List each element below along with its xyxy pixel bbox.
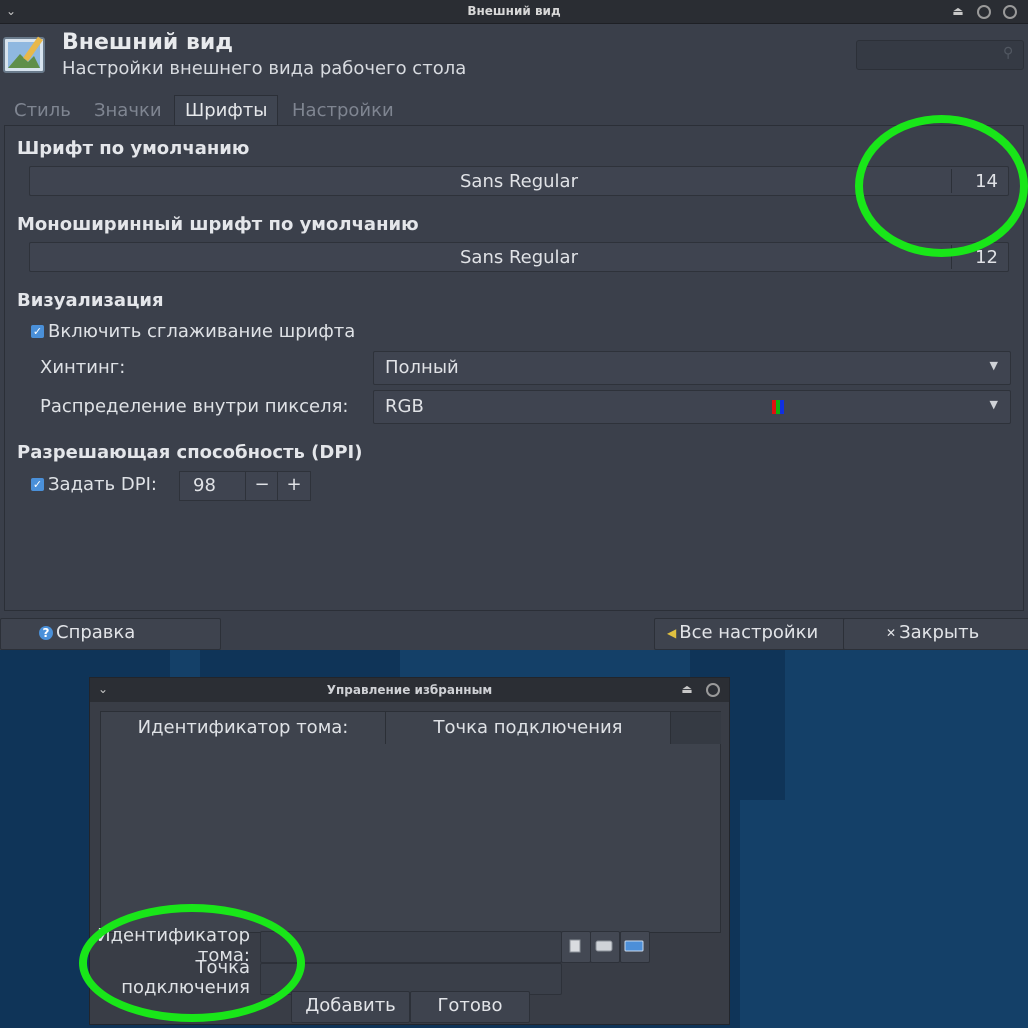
subpixel-select[interactable]: RGB ▼ (373, 390, 1011, 424)
add-button[interactable]: Добавить (291, 991, 410, 1023)
rendering-heading: Визуализация (17, 290, 164, 311)
close-window-icon[interactable] (1003, 5, 1017, 19)
dropdown-arrow-icon: ▼ (989, 398, 998, 411)
appearance-window: ⌄ Внешний вид ⏏ Внешний вид Настройки вн… (0, 0, 1028, 650)
done-button[interactable]: Готово (410, 991, 530, 1023)
search-input[interactable]: ⚲ (856, 40, 1024, 70)
window-titlebar: ⌄ Внешний вид ⏏ (0, 0, 1028, 24)
back-arrow-icon: ◀ (667, 626, 677, 640)
shade-icon[interactable]: ⏏ (951, 4, 965, 18)
dpi-decrease-button[interactable]: − (245, 471, 279, 501)
favorites-list[interactable]: Идентификатор тома: Точка подключения (100, 711, 721, 933)
background-shape (740, 800, 800, 1028)
close-label: Закрыть (899, 622, 980, 643)
custom-dpi-checkbox[interactable]: ✓ (31, 478, 44, 491)
dpi-increase-button[interactable]: + (277, 471, 311, 501)
file-button[interactable] (561, 931, 591, 963)
tab-icons[interactable]: Значки (94, 96, 162, 126)
subpixel-value: RGB (385, 396, 424, 417)
header-subtitle: Настройки внешнего вида рабочего стола (62, 58, 467, 79)
help-button[interactable]: ? Справка (0, 618, 221, 650)
column-header-volume-id[interactable]: Идентификатор тома: (101, 712, 386, 744)
dialog-titlebar: ⌄ Управление избранным ⏏ (90, 678, 729, 702)
mono-font-name: Sans Regular (459, 247, 578, 268)
mono-font-heading: Моноширинный шрифт по умолчанию (17, 214, 419, 235)
antialias-checkbox[interactable]: ✓ (31, 325, 44, 338)
minimize-icon[interactable] (977, 5, 991, 19)
dpi-value: 98 (193, 475, 216, 496)
mono-font-button[interactable]: Sans Regular 12 (29, 242, 1009, 272)
computer-icon (624, 940, 644, 952)
dialog-title: Управление избранным (326, 683, 493, 697)
hinting-select[interactable]: Полный ▼ (373, 351, 1011, 385)
default-font-heading: Шрифт по умолчанию (17, 138, 250, 159)
drive-icon (595, 940, 613, 952)
tab-fonts[interactable]: Шрифты (174, 95, 279, 126)
antialias-label: Включить сглаживание шрифта (48, 321, 356, 342)
appearance-app-icon (3, 36, 45, 73)
window-title: Внешний вид (467, 4, 561, 18)
column-header-empty (671, 712, 721, 744)
custom-dpi-label: Задать DPI: (48, 474, 157, 495)
background-shape (400, 650, 690, 680)
document-icon (569, 939, 581, 953)
dropdown-arrow-icon: ▼ (989, 359, 998, 372)
subpixel-label: Распределение внутри пикселя: (40, 396, 349, 417)
search-icon: ⚲ (1003, 45, 1014, 61)
close-icon: ✕ (886, 626, 897, 640)
drive-button[interactable] (590, 931, 620, 963)
annotation-circle (79, 904, 305, 1022)
annotation-circle (855, 115, 1028, 257)
hinting-value: Полный (385, 357, 459, 378)
tab-style[interactable]: Стиль (14, 96, 71, 126)
dpi-spinbox[interactable]: 98 (179, 471, 247, 501)
close-button[interactable]: ✕ Закрыть (843, 618, 1028, 650)
shade-icon[interactable]: ⏏ (680, 682, 694, 696)
dpi-heading: Разрешающая способность (DPI) (17, 442, 363, 463)
volume-id-input[interactable] (260, 931, 562, 963)
all-settings-button[interactable]: ◀ Все настройки (654, 618, 852, 650)
header-title: Внешний вид (62, 30, 234, 55)
rgb-subpixel-icon (772, 399, 786, 414)
computer-button[interactable] (620, 931, 650, 963)
help-label: Справка (56, 622, 136, 643)
tab-settings[interactable]: Настройки (292, 96, 394, 126)
all-settings-label: Все настройки (679, 622, 819, 643)
background-shape (785, 650, 1028, 1028)
close-window-icon[interactable] (706, 683, 720, 697)
help-icon: ? (39, 626, 53, 640)
column-header-mount-point[interactable]: Точка подключения (386, 712, 671, 744)
hinting-label: Хинтинг: (40, 357, 126, 378)
